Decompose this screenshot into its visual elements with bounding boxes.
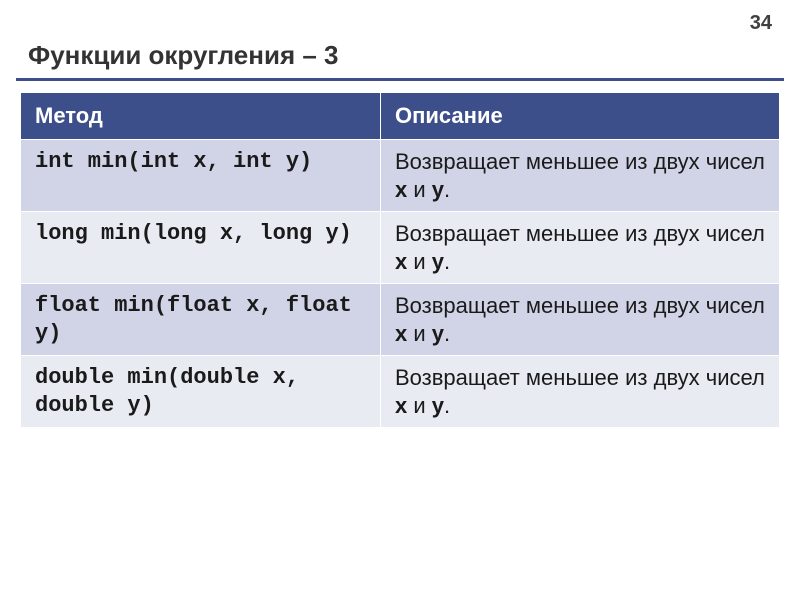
desc-y: y	[432, 321, 444, 346]
cell-method: long min(long x, long y)	[21, 212, 381, 284]
desc-text: Возвращает меньшее из двух чисел	[395, 293, 765, 318]
cell-method: int min(int x, int y)	[21, 140, 381, 212]
desc-y: y	[432, 249, 444, 274]
desc-text: Возвращает меньшее из двух чисел	[395, 221, 765, 246]
cell-description: Возвращает меньшее из двух чисел x и y.	[381, 140, 780, 212]
page-number: 34	[750, 12, 772, 35]
desc-and: и	[407, 177, 432, 202]
table-header-row: Метод Описание	[21, 93, 780, 140]
desc-and: и	[407, 321, 432, 346]
desc-x: x	[395, 393, 407, 418]
desc-text: Возвращает меньшее из двух чисел	[395, 149, 765, 174]
desc-x: x	[395, 321, 407, 346]
methods-table: Метод Описание int min(int x, int y) Воз…	[20, 92, 780, 428]
cell-description: Возвращает меньшее из двух чисел x и y.	[381, 212, 780, 284]
header-method: Метод	[21, 93, 381, 140]
desc-and: и	[407, 249, 432, 274]
desc-y: y	[432, 393, 444, 418]
table-row: int min(int x, int y) Возвращает меньшее…	[21, 140, 780, 212]
desc-suffix: .	[444, 249, 450, 274]
desc-suffix: .	[444, 321, 450, 346]
table-row: float min(float x, float y) Возвращает м…	[21, 284, 780, 356]
cell-description: Возвращает меньшее из двух чисел x и y.	[381, 284, 780, 356]
title-underline	[16, 78, 784, 81]
table-row: long min(long x, long y) Возвращает мень…	[21, 212, 780, 284]
desc-suffix: .	[444, 393, 450, 418]
desc-text: Возвращает меньшее из двух чисел	[395, 365, 765, 390]
desc-suffix: .	[444, 177, 450, 202]
table-row: double min(double x, double y) Возвращае…	[21, 356, 780, 428]
desc-x: x	[395, 177, 407, 202]
cell-method: float min(float x, float y)	[21, 284, 381, 356]
header-description: Описание	[381, 93, 780, 140]
cell-method: double min(double x, double y)	[21, 356, 381, 428]
desc-x: x	[395, 249, 407, 274]
desc-and: и	[407, 393, 432, 418]
cell-description: Возвращает меньшее из двух чисел x и y.	[381, 356, 780, 428]
desc-y: y	[432, 177, 444, 202]
page-title: Функции округления – 3	[28, 40, 338, 71]
